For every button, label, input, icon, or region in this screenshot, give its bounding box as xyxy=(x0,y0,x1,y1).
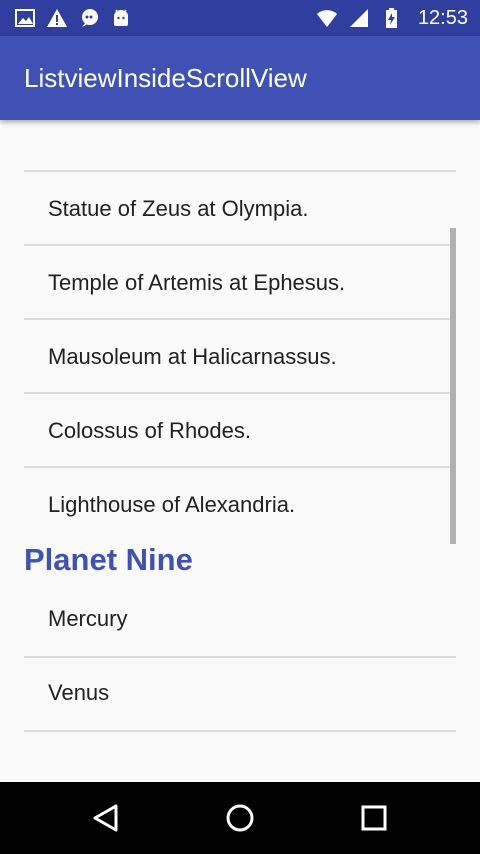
android-icon xyxy=(110,7,132,29)
app-title: ListviewInsideScrollView xyxy=(24,63,307,93)
signal-icon xyxy=(348,7,370,29)
recents-icon[interactable] xyxy=(356,800,392,836)
scroll-content[interactable]: Statue of Zeus at Olympia. Temple of Art… xyxy=(0,120,480,782)
list-item-label: Mercury xyxy=(48,606,128,631)
list-item[interactable]: Colossus of Rhodes. xyxy=(24,394,456,468)
app-bar: ListviewInsideScrollView xyxy=(0,36,480,120)
list-item-clipped[interactable] xyxy=(24,120,456,172)
list-item-label: Venus xyxy=(48,680,110,705)
list-item-label: Lighthouse of Alexandria. xyxy=(48,492,296,517)
image-icon xyxy=(14,7,36,29)
back-icon[interactable] xyxy=(88,800,124,836)
list-item-venus[interactable]: Venus xyxy=(24,658,456,732)
list-item-label: Colossus of Rhodes. xyxy=(48,418,251,443)
status-time: 12:53 xyxy=(417,7,468,29)
list-item[interactable]: Lighthouse of Alexandria. xyxy=(24,468,456,542)
navigation-bar xyxy=(0,782,480,854)
list-item-mercury[interactable]: Mercury xyxy=(24,584,456,658)
wifi-icon xyxy=(316,7,338,29)
list-item-label: Statue of Zeus at Olympia. xyxy=(48,196,309,221)
list-item-label: Temple of Artemis at Ephesus. xyxy=(48,270,346,295)
battery-charging-icon xyxy=(380,7,402,29)
list-scrollbar[interactable] xyxy=(450,228,456,544)
list-item[interactable]: Temple of Artemis at Ephesus. xyxy=(24,246,456,320)
status-left-icons xyxy=(14,7,132,29)
status-bar: 12:53 xyxy=(0,0,480,36)
list-item-label: Mausoleum at Halicarnassus. xyxy=(48,344,337,369)
status-right-icons: 12:53 xyxy=(316,6,468,30)
chat-icon xyxy=(78,7,100,29)
section-title: Planet Nine xyxy=(24,542,193,577)
list-item[interactable]: Mausoleum at Halicarnassus. xyxy=(24,320,456,394)
warning-icon xyxy=(46,7,68,29)
list-item[interactable]: Statue of Zeus at Olympia. xyxy=(24,172,456,246)
home-icon[interactable] xyxy=(222,800,258,836)
